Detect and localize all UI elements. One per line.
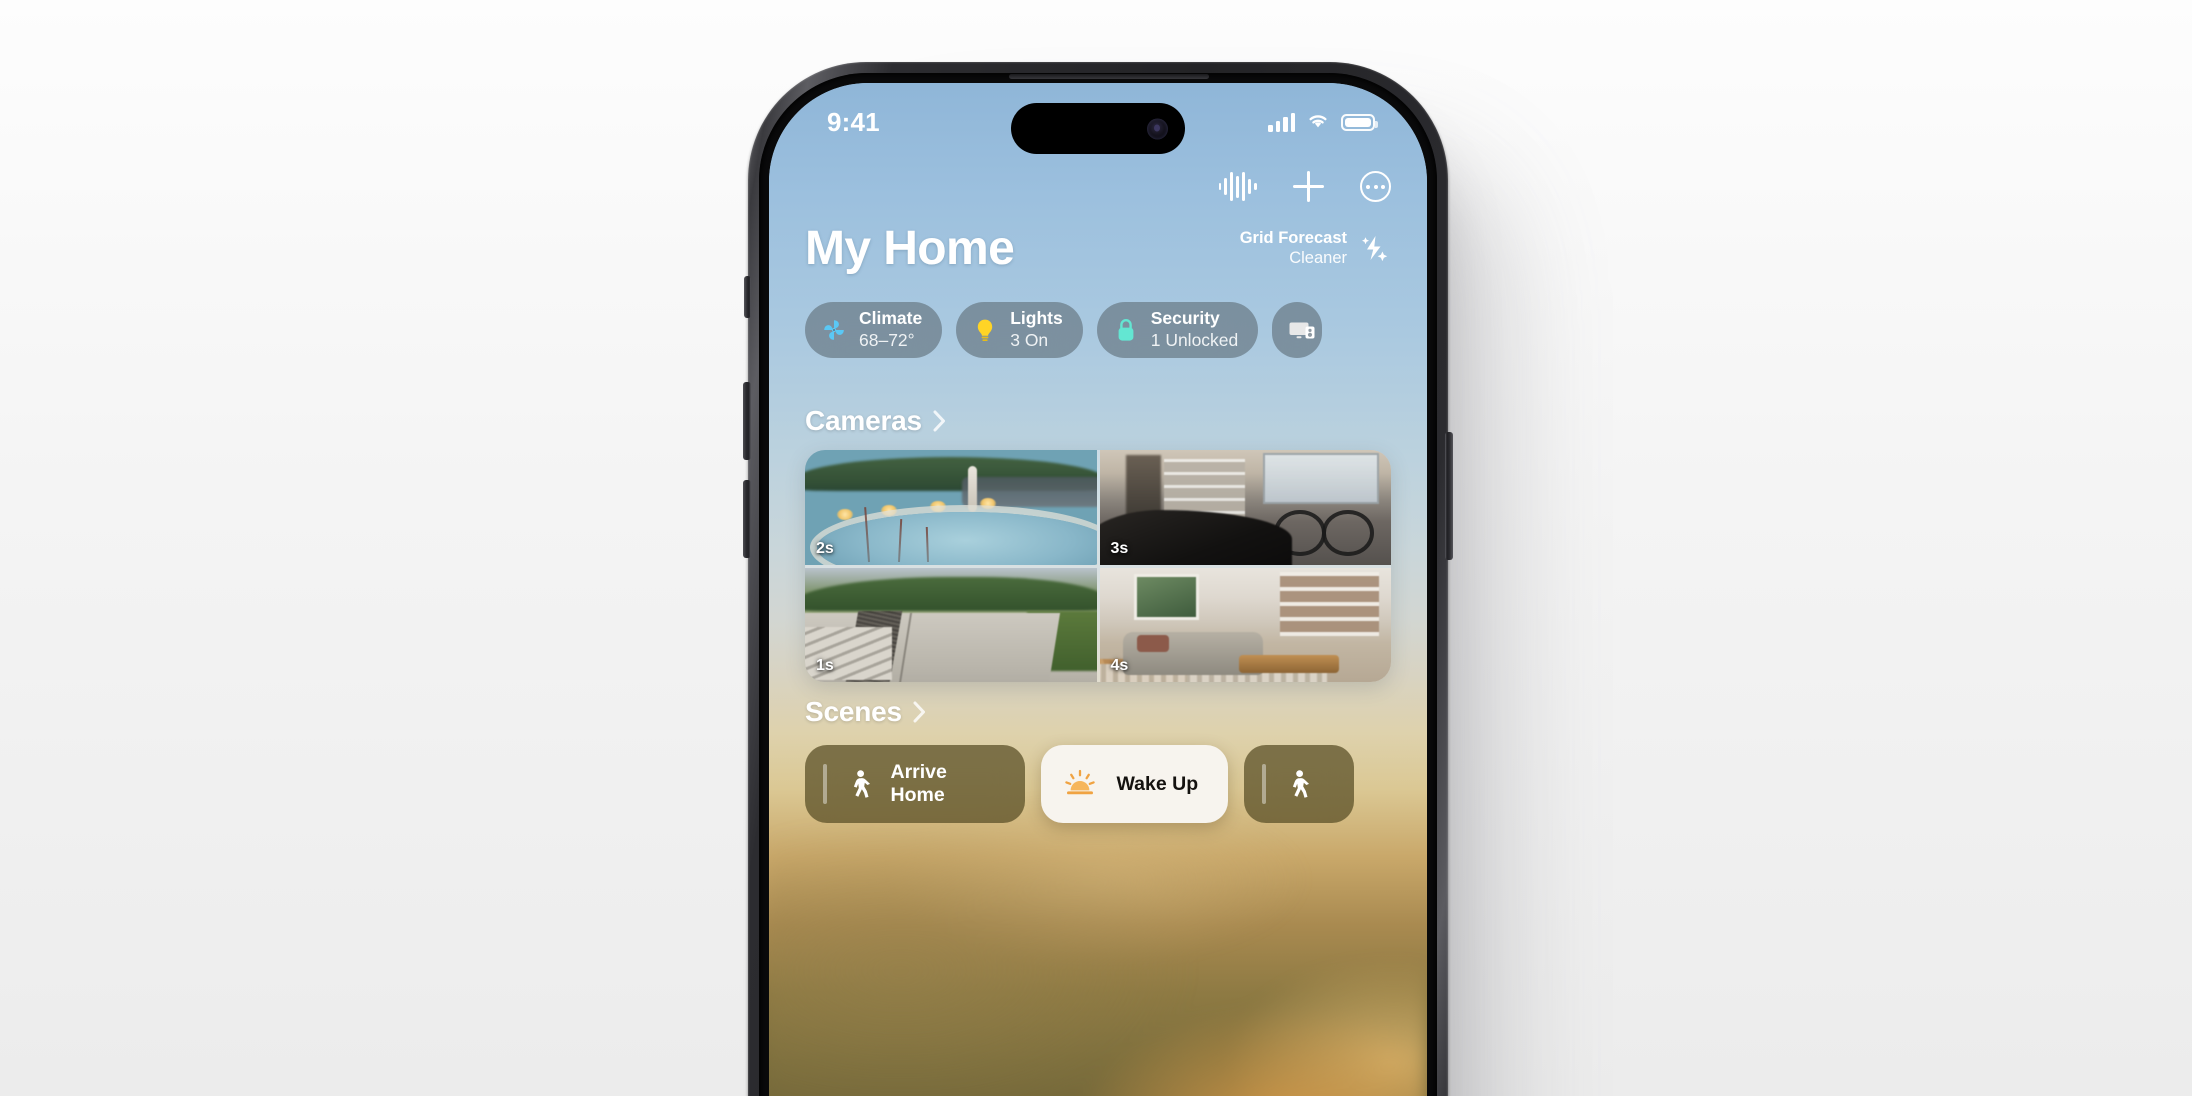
- page-title: My Home: [805, 222, 1015, 275]
- app-toolbar: [1218, 171, 1391, 202]
- chevron-right-icon: [933, 410, 946, 432]
- action-button[interactable]: [744, 276, 751, 318]
- home-app-content: My Home Grid Forecast Cleaner Climate 68…: [769, 83, 1427, 1096]
- section-header-cameras[interactable]: Cameras: [805, 405, 946, 437]
- camera-tile[interactable]: 3s: [1099, 450, 1391, 565]
- front-camera-lens: [1147, 118, 1168, 139]
- camera-tile[interactable]: 4s: [1099, 567, 1391, 682]
- grid-forecast-text: Grid Forecast Cleaner: [1240, 228, 1347, 268]
- scene-accent-bar: [1262, 764, 1266, 804]
- volume-up-button[interactable]: [743, 382, 751, 460]
- section-header-scenes[interactable]: Scenes: [805, 696, 926, 728]
- power-button[interactable]: [1445, 432, 1453, 560]
- bolt-sparkle-icon: [1357, 231, 1391, 265]
- status-chip-climate-value: 68–72°: [859, 330, 915, 350]
- battery-full-icon: [1341, 114, 1378, 131]
- status-chip-row: Climate 68–72° Lights 3 On Security 1 Un…: [805, 302, 1427, 358]
- scene-accent-bar: [823, 764, 827, 804]
- dynamic-island: [1011, 103, 1185, 154]
- plus-icon[interactable]: [1293, 171, 1324, 202]
- ellipsis-circle-icon[interactable]: [1360, 171, 1391, 202]
- page-canvas: 9:41 My Home Grid Forecast Cleaner Clima…: [0, 0, 2192, 1096]
- chevron-right-icon: [913, 701, 926, 723]
- volume-down-button[interactable]: [743, 480, 751, 558]
- home-header: My Home Grid Forecast Cleaner: [805, 225, 1391, 273]
- scene-button-arrive-home[interactable]: Arrive Home: [805, 745, 1025, 823]
- status-bar-time: 9:41: [827, 107, 880, 137]
- scene-button-next[interactable]: [1244, 745, 1354, 823]
- speaker-tv-icon: [1288, 317, 1315, 343]
- section-title-cameras: Cameras: [805, 405, 922, 436]
- grid-forecast-label: Grid Forecast: [1239, 228, 1347, 247]
- scene-button-wake-up[interactable]: Wake Up: [1040, 745, 1229, 823]
- scene-label: Arrive Home: [890, 761, 947, 806]
- camera-tile-badge: 2s: [816, 539, 834, 557]
- status-chip-lights[interactable]: Lights 3 On: [956, 302, 1083, 358]
- walking-person-icon: [1282, 768, 1314, 800]
- status-chip-lights-value: 3 On: [1010, 330, 1049, 350]
- phone-frame: 9:41 My Home Grid Forecast Cleaner Clima…: [743, 62, 1453, 1096]
- status-chip-security[interactable]: Security 1 Unlocked: [1096, 302, 1259, 358]
- status-bar-indicators: [1268, 111, 1378, 134]
- status-chip-lights-text: Lights 3 On: [1010, 308, 1063, 352]
- grid-forecast-widget[interactable]: Grid Forecast Cleaner: [1240, 228, 1391, 268]
- camera-tile[interactable]: 1s: [805, 567, 1097, 682]
- bulb-icon: [972, 317, 998, 343]
- camera-tile-badge: 3s: [1110, 539, 1129, 557]
- camera-tile-badge: 1s: [816, 657, 834, 674]
- status-chip-speakers-tv[interactable]: [1272, 302, 1323, 358]
- status-chip-climate-text: Climate 68–72°: [859, 308, 922, 352]
- phone-bezel: 9:41 My Home Grid Forecast Cleaner Clima…: [759, 73, 1437, 1096]
- camera-grid: 2s 3s 1s 4s: [805, 450, 1391, 682]
- grid-forecast-value: Cleaner: [1289, 248, 1347, 267]
- waveform-icon[interactable]: [1218, 172, 1257, 202]
- wifi-icon: [1306, 111, 1330, 134]
- lock-icon: [1113, 317, 1139, 343]
- section-title-scenes: Scenes: [805, 696, 902, 727]
- status-chip-climate[interactable]: Climate 68–72°: [805, 302, 943, 358]
- scene-label: Wake Up: [1116, 772, 1199, 795]
- status-chip-climate-name: Climate: [859, 308, 923, 329]
- walking-person-icon: [843, 768, 875, 800]
- camera-tile[interactable]: 2s: [805, 450, 1097, 565]
- sunrise-icon: [1063, 768, 1095, 800]
- earpiece-speaker: [1009, 74, 1209, 79]
- fan-icon: [821, 317, 847, 343]
- scene-row: Arrive Home Wake Up: [805, 745, 1427, 823]
- status-chip-security-value: 1 Unlocked: [1150, 330, 1239, 350]
- cellular-bars-icon: [1268, 113, 1295, 132]
- camera-tile-badge: 4s: [1110, 657, 1129, 674]
- status-chip-security-text: Security 1 Unlocked: [1151, 308, 1239, 352]
- phone-device: 9:41 My Home Grid Forecast Cleaner Clima…: [743, 62, 1453, 1096]
- status-chip-lights-name: Lights: [1010, 308, 1063, 329]
- phone-screen: 9:41 My Home Grid Forecast Cleaner Clima…: [769, 83, 1427, 1096]
- status-chip-security-name: Security: [1150, 308, 1220, 329]
